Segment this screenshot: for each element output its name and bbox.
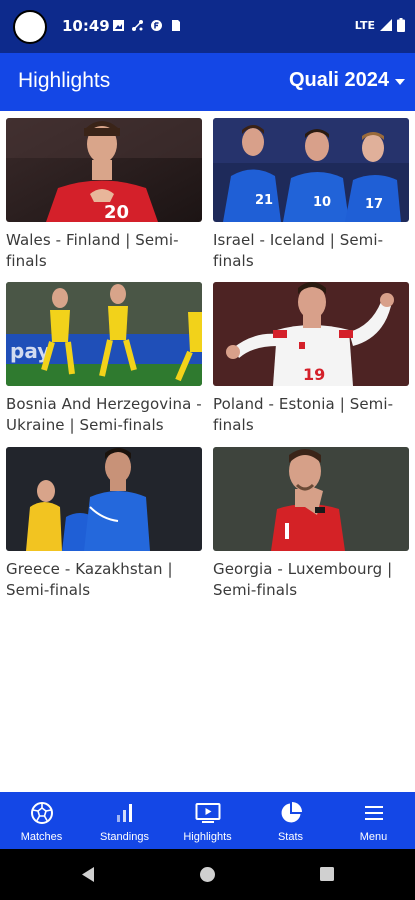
highlight-caption: Georgia - Luxembourg | Semi-finals (213, 560, 393, 599)
nav-label: Menu (359, 831, 388, 843)
highlight-thumbnail: 21 10 17 (213, 118, 409, 222)
nav-label: Highlights (183, 831, 232, 843)
highlight-caption: Poland - Estonia | Semi-finals (213, 395, 394, 434)
nav-item-matches[interactable]: Matches (0, 792, 83, 849)
highlight-caption: Israel - Iceland | Semi-finals (213, 231, 384, 270)
nav-item-stats[interactable]: Stats (249, 792, 332, 849)
system-navigation-bar (0, 849, 415, 900)
nav-item-standings[interactable]: Standings (83, 792, 166, 849)
home-icon[interactable] (199, 866, 216, 883)
highlight-thumbnail: pay (6, 282, 202, 386)
highlight-thumbnail: 20 (6, 118, 202, 222)
app-notification-icon (151, 20, 162, 31)
pie-chart-icon (281, 802, 302, 823)
signal-icon (380, 19, 392, 31)
highlight-card[interactable]: Georgia - Luxembourg | Semi-finals (213, 447, 409, 601)
bar-chart-icon (116, 804, 132, 822)
status-time: 10:49 (62, 17, 110, 35)
bottom-navigation: Matches Standings Highlights Stats Menu (0, 792, 415, 849)
nav-item-highlights[interactable]: Highlights (166, 792, 249, 849)
recents-icon[interactable] (319, 866, 335, 882)
highlight-card[interactable]: pay Bosnia And Herzegovina - Ukraine | S… (6, 282, 202, 436)
highlight-card[interactable]: Greece - Kazakhstan | Semi-finals (6, 447, 202, 601)
highlight-caption: Greece - Kazakhstan | Semi-finals (6, 560, 173, 599)
status-right: LTE (355, 18, 405, 32)
network-type: LTE (354, 18, 375, 32)
svg-text:10: 10 (313, 195, 331, 210)
nav-item-menu[interactable]: Menu (332, 792, 415, 849)
svg-text:20: 20 (104, 202, 129, 222)
sd-card-icon (172, 20, 180, 31)
image-notification-icon (113, 20, 124, 31)
page-title: Highlights (18, 69, 111, 92)
highlight-caption: Wales - Finland | Semi-finals (6, 231, 179, 270)
nav-label: Standings (100, 831, 149, 843)
play-screen-icon (195, 803, 220, 823)
avatar[interactable] (13, 10, 47, 44)
highlight-thumbnail (6, 447, 202, 551)
connection-notification-icon (132, 20, 143, 31)
svg-text:19: 19 (303, 365, 325, 384)
notification-icons (112, 19, 182, 32)
svg-text:21: 21 (255, 193, 273, 208)
nav-label: Stats (277, 831, 304, 843)
season-selector[interactable]: Quali 2024 (289, 69, 405, 92)
soccer-ball-icon (30, 802, 53, 824)
battery-icon (397, 18, 405, 32)
svg-text:17: 17 (365, 197, 383, 212)
highlight-caption: Bosnia And Herzegovina - Ukraine | Semi-… (6, 395, 202, 434)
highlight-thumbnail: 19 (213, 282, 409, 386)
hamburger-menu-icon (364, 806, 383, 820)
dropdown-arrow-icon (395, 79, 405, 85)
back-icon[interactable] (80, 866, 96, 883)
highlight-thumbnail (213, 447, 409, 551)
nav-label: Matches (20, 831, 63, 843)
status-bar: 10:49 LTE (0, 0, 415, 53)
highlight-card[interactable]: 19 Poland - Estonia | Semi-finals (213, 282, 409, 436)
highlight-card[interactable]: 20 Wales - Finland | Semi-finals (6, 118, 202, 272)
season-label: Quali 2024 (288, 69, 389, 91)
app-bar: Highlights Quali 2024 (0, 53, 415, 111)
highlight-card[interactable]: 21 10 17 Israel - Iceland | Semi-finals (213, 118, 409, 272)
